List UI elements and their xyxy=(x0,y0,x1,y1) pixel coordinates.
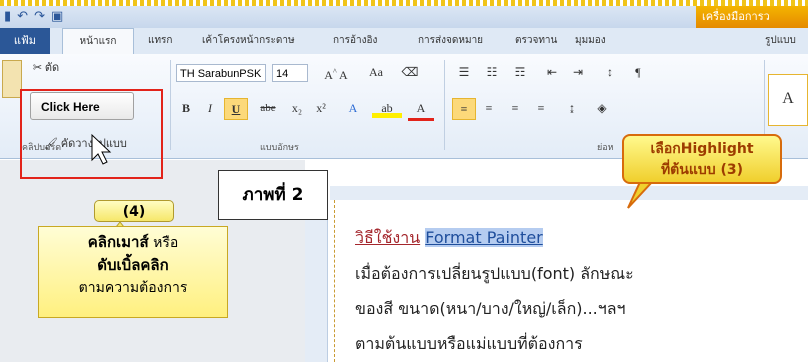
step3-callout: เลือกHighlight ที่ต้นแบบ (3) xyxy=(622,134,782,184)
step3-line-2: ที่ต้นแบบ (3) xyxy=(660,162,744,178)
step4-label: (4) xyxy=(94,200,174,222)
step4-line-2: ดับเบิ้ลคลิก xyxy=(39,254,227,277)
step4-line-2-bold: ดับเบิ้ลคลิก xyxy=(97,256,169,274)
step4-line-3: ตามความต้องการ xyxy=(78,280,188,296)
step4-note: คลิกเมาส์ หรือ ดับเบิ้ลคลิก ตามความต้องก… xyxy=(38,226,228,318)
step3-callout-pointer xyxy=(627,181,655,209)
step4-line-1-bold: คลิกเมาส์ xyxy=(87,233,149,251)
mouse-cursor-icon xyxy=(91,133,112,165)
step3-line-1: เลือกHighlight xyxy=(650,141,754,157)
step4-line-1: คลิกเมาส์ หรือ xyxy=(39,231,227,254)
step4-line-1-rest: หรือ xyxy=(148,235,179,251)
